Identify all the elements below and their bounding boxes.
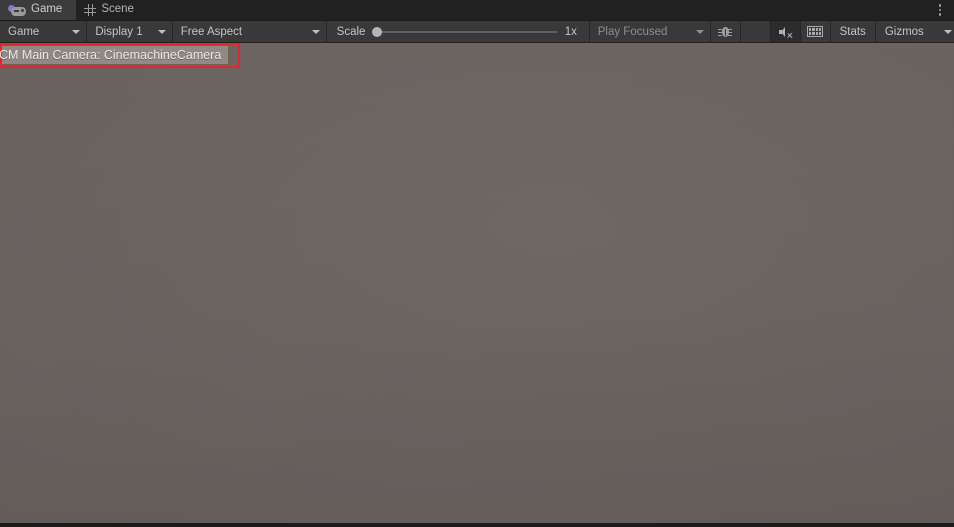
vertical-ellipsis-icon-dot	[938, 4, 942, 7]
chevron-down-icon	[157, 29, 166, 34]
bug-icon	[718, 25, 733, 38]
cinemachine-overlay-label: CM Main Camera: CinemachineCamera	[0, 48, 222, 63]
scale-value-label: 1x	[564, 25, 577, 38]
target-display-dropdown-label: Game	[8, 25, 40, 38]
game-viewport[interactable]: CM Main Camera: CinemachineCamera	[0, 43, 954, 527]
tab-scene[interactable]: Scene	[76, 0, 148, 20]
target-display-dropdown[interactable]: Game	[0, 21, 88, 42]
tab-scene-label: Scene	[101, 3, 134, 16]
unity-game-view-window: Game Scene Game Display 1 Free Aspect Sc…	[0, 0, 954, 527]
tab-game-label: Game	[31, 3, 63, 16]
gizmos-dropdown-button[interactable]	[932, 21, 954, 42]
mute-audio-icon	[778, 25, 793, 39]
keypad-icon	[807, 26, 824, 37]
aspect-ratio-dropdown-label: Free Aspect	[180, 25, 243, 38]
display-dropdown-label: Display 1	[95, 25, 143, 38]
chevron-down-icon	[311, 29, 320, 34]
stats-button[interactable]: Stats	[831, 21, 876, 42]
tab-bar: Game Scene	[0, 0, 954, 21]
mute-audio-button[interactable]	[770, 21, 801, 42]
scale-label: Scale	[336, 25, 366, 38]
scale-slider[interactable]	[372, 26, 557, 37]
window-menu-button[interactable]	[932, 0, 948, 20]
gizmos-button-label: Gizmos	[884, 25, 924, 38]
display-dropdown[interactable]: Display 1	[87, 21, 173, 42]
gamepad-icon	[8, 4, 26, 16]
chevron-down-icon	[943, 29, 952, 34]
chevron-down-icon	[72, 29, 81, 34]
game-view-toolbar: Game Display 1 Free Aspect Scale 1x Play…	[0, 21, 954, 43]
gizmos-button[interactable]: Gizmos	[876, 21, 932, 42]
play-mode-dropdown[interactable]: Play Focused	[590, 21, 711, 42]
chevron-down-icon	[695, 29, 704, 34]
scale-slider-handle[interactable]	[372, 26, 383, 37]
vertical-ellipsis-icon-dot	[938, 8, 942, 12]
play-mode-dropdown-label: Play Focused	[597, 25, 668, 38]
tab-game[interactable]: Game	[0, 0, 77, 20]
stats-button-label: Stats	[839, 25, 866, 38]
scale-slider-group[interactable]: Scale 1x	[327, 21, 590, 42]
grid-hash-icon	[84, 4, 97, 16]
aspect-ratio-dropdown[interactable]: Free Aspect	[173, 21, 327, 42]
debug-button[interactable]	[711, 21, 741, 42]
toolbar-spacer	[741, 21, 771, 42]
device-simulator-button[interactable]	[801, 21, 831, 42]
vertical-ellipsis-icon-dot	[938, 13, 942, 16]
cinemachine-camera-overlay: CM Main Camera: CinemachineCamera	[0, 43, 240, 68]
